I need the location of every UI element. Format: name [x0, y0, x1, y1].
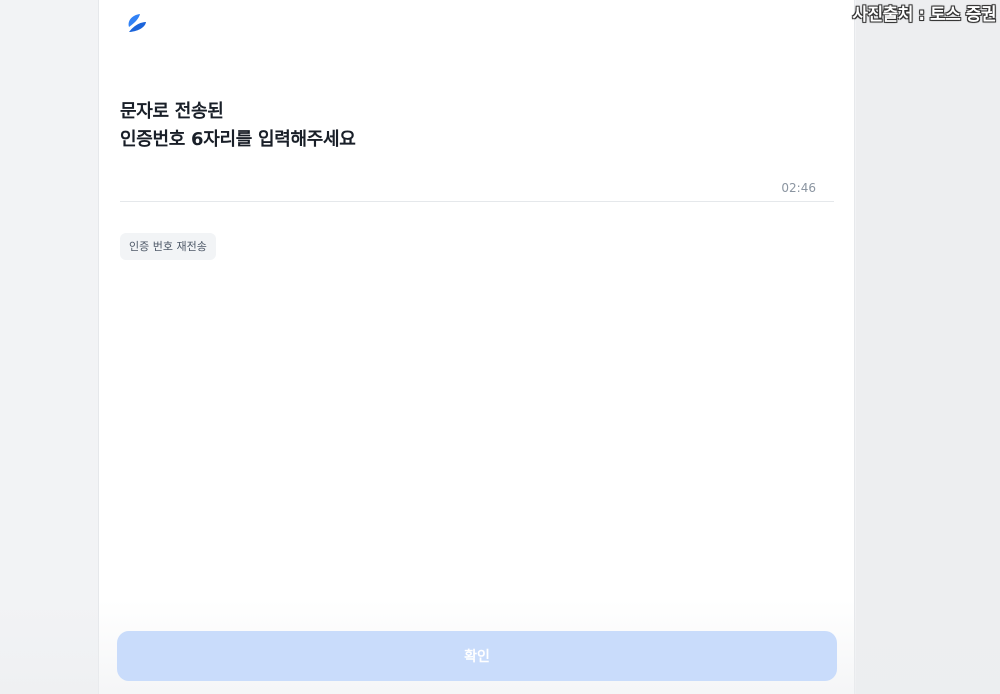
page-title: 문자로 전송된 인증번호 6자리를 입력해주세요 [120, 98, 356, 154]
source-watermark: 사진출처 : 토스 증권 [852, 5, 996, 25]
verification-code-input[interactable] [120, 170, 764, 202]
countdown-timer: 02:46 [781, 181, 816, 195]
resend-code-button[interactable]: 인증 번호 재전송 [120, 233, 216, 260]
confirm-button[interactable]: 확인 [117, 631, 837, 681]
screen: 문자로 전송된 인증번호 6자리를 입력해주세요 02:46 인증 번호 재전송… [0, 0, 1000, 694]
background-right [856, 0, 1000, 694]
title-line-1: 문자로 전송된 [120, 101, 224, 122]
verification-panel: 문자로 전송된 인증번호 6자리를 입력해주세요 02:46 인증 번호 재전송 [98, 0, 855, 694]
toss-logo-icon [128, 14, 146, 32]
verification-code-field: 02:46 [120, 170, 834, 202]
title-line-2: 인증번호 6자리를 입력해주세요 [120, 129, 356, 150]
